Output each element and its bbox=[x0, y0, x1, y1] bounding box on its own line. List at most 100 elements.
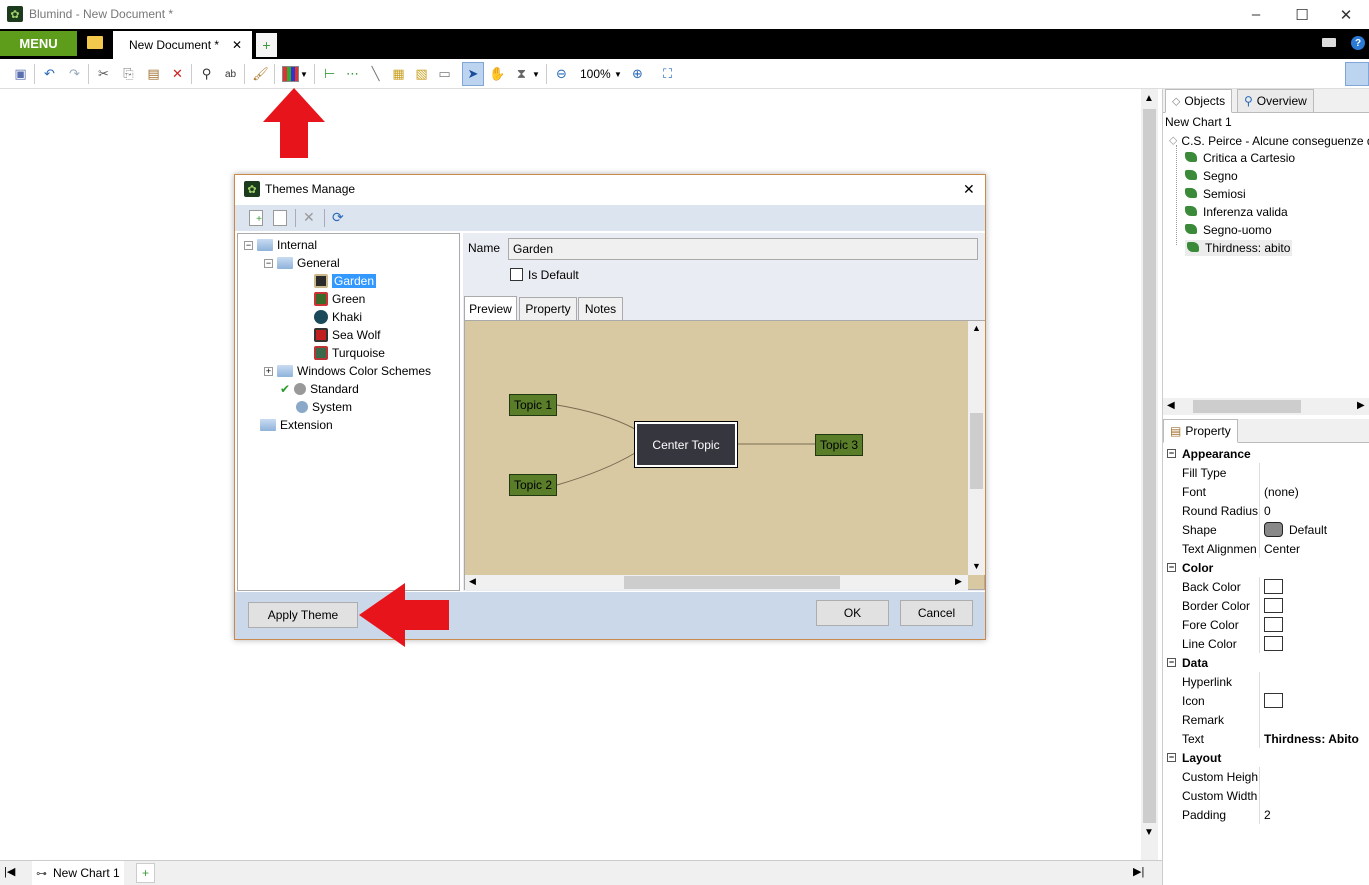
appearance-section[interactable]: − Appearance bbox=[1163, 444, 1369, 463]
last-chart-icon[interactable]: ▶| bbox=[1133, 865, 1144, 878]
theme-grid-icon[interactable] bbox=[282, 66, 299, 82]
shape-row[interactable]: Shape Default bbox=[1163, 520, 1369, 539]
prop-value[interactable] bbox=[1259, 596, 1369, 615]
chart-node[interactable]: New Chart 1 bbox=[1165, 115, 1232, 129]
cancel-button[interactable]: Cancel bbox=[900, 600, 973, 626]
topic-node[interactable]: Semiosi bbox=[1185, 187, 1246, 201]
tree-node-system[interactable]: System bbox=[296, 400, 352, 414]
timer-dropdown-icon[interactable]: ▼ bbox=[531, 66, 541, 82]
canvas-vertical-scrollbar[interactable]: ▲ ▼ bbox=[1141, 89, 1158, 860]
close-tab-icon[interactable]: ✕ bbox=[232, 38, 242, 52]
text-alignment-row[interactable]: Text Alignmen Center bbox=[1163, 539, 1369, 558]
prop-value[interactable] bbox=[1259, 672, 1369, 691]
fore-color-row[interactable]: Fore Color bbox=[1163, 615, 1369, 634]
format-painter-icon[interactable]: 🖌 bbox=[252, 66, 269, 82]
copy-icon[interactable]: ⎘ bbox=[120, 66, 137, 82]
tree-horizontal-scrollbar[interactable]: ◀ ▶ bbox=[1163, 398, 1369, 415]
tree-node-general[interactable]: − General bbox=[264, 256, 340, 270]
prop-value[interactable] bbox=[1259, 577, 1369, 596]
prop-value[interactable]: Center bbox=[1259, 539, 1369, 558]
tab-overview[interactable]: ⚲ Overview bbox=[1237, 89, 1314, 113]
tab-property[interactable]: Property bbox=[519, 297, 577, 321]
zoom-dropdown-icon[interactable]: ▼ bbox=[613, 66, 623, 82]
back-color-row[interactable]: Back Color bbox=[1163, 577, 1369, 596]
round-radius-row[interactable]: Round Radius 0 bbox=[1163, 501, 1369, 520]
tree-node-extension[interactable]: Extension bbox=[260, 418, 333, 432]
tree-node-khaki[interactable]: Khaki bbox=[314, 310, 362, 324]
name-input[interactable]: Garden bbox=[508, 238, 978, 260]
collapse-icon[interactable]: − bbox=[1167, 563, 1176, 572]
prop-value[interactable]: Default bbox=[1259, 520, 1369, 539]
fit-screen-icon[interactable]: ⛶ bbox=[659, 66, 676, 82]
delete-theme-icon[interactable]: ✕ bbox=[303, 209, 315, 226]
tree-node-standard[interactable]: ✔ Standard bbox=[280, 382, 359, 396]
ok-button[interactable]: OK bbox=[816, 600, 889, 626]
add-sibling-icon[interactable]: ⋯ bbox=[344, 66, 361, 82]
cut-icon[interactable]: ✂ bbox=[95, 66, 112, 82]
new-theme-icon[interactable]: + bbox=[249, 210, 263, 226]
custom-height-row[interactable]: Custom Heigh bbox=[1163, 767, 1369, 786]
delete-icon[interactable]: ✕ bbox=[169, 66, 186, 82]
layout-section[interactable]: − Layout bbox=[1163, 748, 1369, 767]
border-color-row[interactable]: Border Color bbox=[1163, 596, 1369, 615]
scroll-thumb[interactable] bbox=[624, 576, 840, 589]
zoom-level[interactable]: 100% bbox=[580, 67, 611, 81]
collapse-icon[interactable]: − bbox=[1167, 658, 1176, 667]
new-tab-button[interactable]: + bbox=[256, 33, 277, 57]
hyperlink-row[interactable]: Hyperlink bbox=[1163, 672, 1369, 691]
scroll-right-arrow-icon[interactable]: ▶ bbox=[955, 576, 962, 587]
custom-width-row[interactable]: Custom Width bbox=[1163, 786, 1369, 805]
topic-node[interactable]: Inferenza valida bbox=[1185, 205, 1288, 219]
prop-value[interactable] bbox=[1259, 710, 1369, 729]
preview-horizontal-scrollbar[interactable]: ◀ ▶ bbox=[465, 575, 968, 590]
prop-value[interactable] bbox=[1259, 691, 1369, 710]
add-progress-icon[interactable]: ▭ bbox=[436, 66, 453, 82]
save-icon[interactable]: ▣ bbox=[12, 66, 29, 82]
data-section[interactable]: − Data bbox=[1163, 653, 1369, 672]
preview-vertical-scrollbar[interactable]: ▲ ▼ bbox=[968, 321, 985, 575]
menu-button[interactable]: MENU bbox=[0, 31, 77, 56]
toggle-panel-button[interactable] bbox=[1345, 62, 1369, 86]
close-window-button[interactable]: ✕ bbox=[1323, 0, 1369, 29]
scroll-left-arrow-icon[interactable]: ◀ bbox=[1167, 400, 1175, 411]
tree-node-sea-wolf[interactable]: Sea Wolf bbox=[314, 328, 380, 342]
add-chart-button[interactable]: + bbox=[136, 863, 155, 883]
paste-icon[interactable]: ▤ bbox=[145, 66, 162, 82]
root-topic-node[interactable]: ⬦ C.S. Peirce - Alcune conseguenze d bbox=[1169, 133, 1369, 148]
color-swatch[interactable] bbox=[1264, 617, 1283, 632]
replace-icon[interactable]: ab bbox=[222, 66, 239, 82]
apply-theme-button[interactable]: Apply Theme bbox=[248, 602, 358, 628]
hardware-icon[interactable] bbox=[1322, 38, 1336, 47]
add-subtopic-icon[interactable]: ⊢ bbox=[321, 66, 338, 82]
collapse-icon[interactable]: − bbox=[244, 240, 253, 250]
tree-node-garden[interactable]: Garden bbox=[314, 274, 377, 288]
tab-preview[interactable]: Preview bbox=[464, 296, 517, 321]
timer-icon[interactable]: ⧗ bbox=[513, 66, 530, 82]
prop-value[interactable]: (none) bbox=[1259, 482, 1369, 501]
scroll-up-arrow-icon[interactable]: ▲ bbox=[1144, 93, 1154, 104]
tree-node-turquoise[interactable]: Turquoise bbox=[314, 346, 385, 360]
find-icon[interactable]: ⚲ bbox=[198, 66, 215, 82]
tab-objects[interactable]: ⬦ Objects bbox=[1165, 89, 1233, 113]
topic-node[interactable]: Segno bbox=[1185, 169, 1238, 183]
prop-value[interactable]: 0 bbox=[1259, 501, 1369, 520]
hand-tool-icon[interactable]: ✋ bbox=[489, 66, 506, 82]
prop-value[interactable] bbox=[1259, 786, 1369, 805]
topic-node[interactable]: Critica a Cartesio bbox=[1185, 151, 1295, 165]
collapse-icon[interactable]: − bbox=[264, 258, 273, 268]
scroll-thumb[interactable] bbox=[1193, 400, 1301, 413]
chart-tab[interactable]: ⊶ New Chart 1 bbox=[32, 861, 124, 885]
color-swatch[interactable] bbox=[1264, 598, 1283, 613]
color-section[interactable]: − Color bbox=[1163, 558, 1369, 577]
padding-row[interactable]: Padding 2 bbox=[1163, 805, 1369, 824]
collapse-icon[interactable]: − bbox=[1167, 449, 1176, 458]
tree-node-windows-schemes[interactable]: + Windows Color Schemes bbox=[264, 364, 431, 378]
color-swatch[interactable] bbox=[1264, 636, 1283, 651]
add-note-icon[interactable]: ▦ bbox=[390, 66, 407, 82]
zoom-out-icon[interactable]: ⊖ bbox=[553, 66, 570, 82]
icon-swatch[interactable] bbox=[1264, 693, 1283, 708]
refresh-theme-icon[interactable]: ⟳ bbox=[332, 209, 344, 226]
line-color-row[interactable]: Line Color bbox=[1163, 634, 1369, 653]
minimize-button[interactable]: – bbox=[1233, 0, 1279, 29]
theme-dropdown-arrow-icon[interactable]: ▼ bbox=[299, 66, 309, 82]
